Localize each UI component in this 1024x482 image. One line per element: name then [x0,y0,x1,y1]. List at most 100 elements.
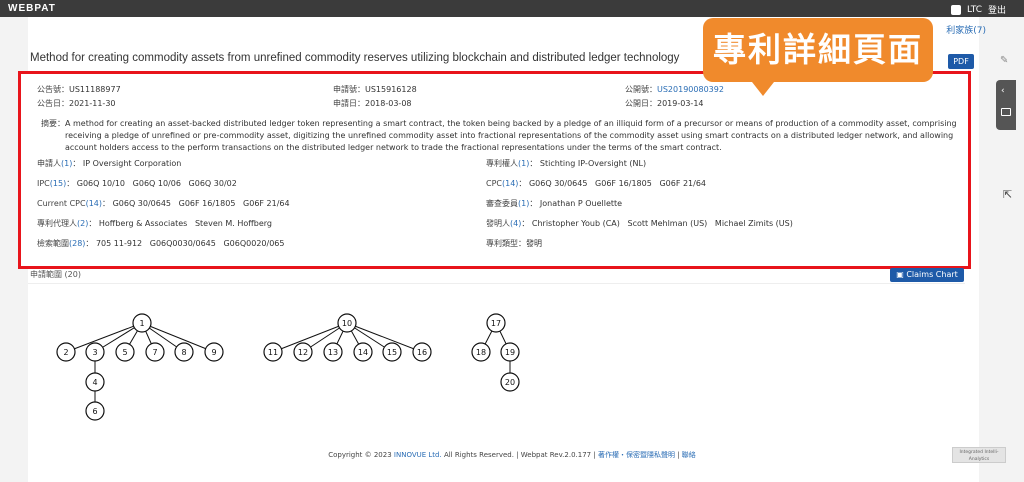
claim-node-17[interactable]: 17 [486,313,506,333]
claim-node-13[interactable]: 13 [323,342,343,362]
claim-node-label: 4 [92,378,97,387]
claim-node-label: 5 [122,348,127,357]
pub-date-row: 公告日：2021-11-30 [37,98,116,109]
footer-company-link[interactable]: INNOVUE Ltd. [394,451,442,459]
patent-type-row: 專利類型：發明 [486,238,542,249]
webpat-logo[interactable]: WEBPAT [8,3,56,14]
ipc-count[interactable]: (15) [50,179,66,188]
user-icon [950,4,961,15]
patent-type-label: 專利類型： [486,239,526,248]
inventor-label: 發明人 [486,219,510,228]
claim-node-label: 7 [152,348,157,357]
claim-node-label: 12 [298,348,308,357]
applicant-value: IP Oversight Corporation [82,159,182,168]
claim-node-11[interactable]: 11 [263,342,283,362]
claim-node-label: 18 [476,348,486,357]
claim-node-15[interactable]: 15 [382,342,402,362]
logout-link[interactable]: 登出 [988,3,1006,16]
claim-node-label: 20 [505,378,515,387]
image-icon[interactable] [1001,108,1011,116]
callout-pointer [752,82,774,96]
cpc-count[interactable]: (14) [502,179,518,188]
claim-node-2[interactable]: 2 [56,342,76,362]
abstract-label: 摘要： [41,119,65,128]
cpc-colon: ： [518,179,529,188]
claim-node-10[interactable]: 10 [337,313,357,333]
open-no-row: 公開號：US20190080392 [625,84,724,95]
agent-row: 專利代理人(2)： Hoffberg & Associates Steven M… [37,218,272,229]
cpc-label: CPC [486,179,502,188]
scope-label: 檢索範圍 [37,239,69,248]
open-no-label: 公開號： [625,85,657,94]
agent-colon: ： [88,219,99,228]
claim-node-label: 17 [491,319,501,328]
scope-count[interactable]: (28) [69,239,85,248]
open-date-label: 公開日： [625,99,657,108]
claim-node-16[interactable]: 16 [412,342,432,362]
examiner-count[interactable]: (1) [518,199,529,208]
app-date-row: 申請日：2018-03-08 [333,98,412,109]
claim-node-20[interactable]: 20 [500,372,520,392]
patent-info-panel: 公告號：US11188977 申請號：US15916128 公開號：US2019… [18,71,971,269]
inventor-count[interactable]: (4) [510,219,521,228]
ipc-value: G06Q 10/10 G06Q 10/06 G06Q 30/02 [76,179,237,188]
claim-node-7[interactable]: 7 [145,342,165,362]
assignee-count[interactable]: (1) [518,159,529,168]
pub-date-label: 公告日： [37,99,69,108]
claim-node-19[interactable]: 19 [500,342,520,362]
claim-tree-diagram: 12 3 5 7 8 9461011 12 13 14 15 161718 1920 [56,313,520,421]
examiner-value: Jonathan P Ouellette [539,199,623,208]
patent-family-link[interactable]: 利家族(7) [946,23,986,36]
chevron-left-icon[interactable]: ‹ [1001,86,1005,96]
claim-node-18[interactable]: 18 [471,342,491,362]
claim-node-6[interactable]: 6 [85,401,105,421]
footer-copyright: Copyright © 2023 [328,451,392,459]
applicant-row: 申請人(1)： IP Oversight Corporation [37,158,181,169]
claim-node-4[interactable]: 4 [85,372,105,392]
ipc-label: IPC [37,179,50,188]
footer-rights: All Rights Reserved. | Webpat Rev.2.0.17… [443,451,596,459]
footer-contact-link[interactable]: 聯絡 [682,451,696,459]
claim-node-label: 8 [181,348,186,357]
claim-node-label: 13 [328,348,338,357]
app-no-row: 申請號：US15916128 [333,84,417,95]
open-no-link[interactable]: US20190080392 [657,85,724,94]
claim-node-9[interactable]: 9 [204,342,224,362]
applicant-count[interactable]: (1) [61,159,72,168]
app-date-label: 申請日： [333,99,365,108]
claim-node-label: 9 [211,348,216,357]
claim-node-8[interactable]: 8 [174,342,194,362]
agent-count[interactable]: (2) [77,219,88,228]
examiner-label: 審查委員 [486,199,518,208]
claim-node-14[interactable]: 14 [353,342,373,362]
side-panel-tab[interactable]: ‹ [996,80,1016,130]
app-no-label: 申請號： [333,85,365,94]
ipc-row: IPC(15)： G06Q 10/10 G06Q 10/06 G06Q 30/0… [37,178,237,189]
footer: Copyright © 2023 INNOVUE Ltd. All Rights… [0,450,1024,460]
footer-privacy-link[interactable]: 著作權・保密暨隱私聲明 [598,451,675,459]
claim-node-label: 14 [358,348,368,357]
current-cpc-label: Current CPC [37,199,86,208]
claim-node-label: 1 [139,319,144,328]
claims-chart-button[interactable]: ▣ Claims Chart [890,268,964,282]
callout-banner: 專利詳細頁面 [703,18,933,82]
claim-node-3[interactable]: 3 [85,342,105,362]
pencil-icon[interactable]: ✎ [1000,55,1008,66]
claim-node-5[interactable]: 5 [115,342,135,362]
claims-label: 申請範圍 (20) [30,270,81,279]
user-name[interactable]: LTC [967,5,982,15]
agent-label: 專利代理人 [37,219,77,228]
claim-node-label: 3 [92,348,97,357]
pub-date-value: 2021-11-30 [69,99,116,108]
scope-colon: ： [85,239,96,248]
applicant-colon: ： [72,159,83,168]
claim-node-1[interactable]: 1 [132,313,152,333]
pdf-button[interactable]: PDF [948,54,974,69]
patent-type-value: 發明 [526,239,542,248]
inventor-colon: ： [521,219,532,228]
claim-node-label: 2 [63,348,68,357]
claim-node-label: 10 [342,319,352,328]
claim-node-12[interactable]: 12 [293,342,313,362]
current-cpc-count[interactable]: (14) [86,199,102,208]
assignee-colon: ： [529,159,540,168]
